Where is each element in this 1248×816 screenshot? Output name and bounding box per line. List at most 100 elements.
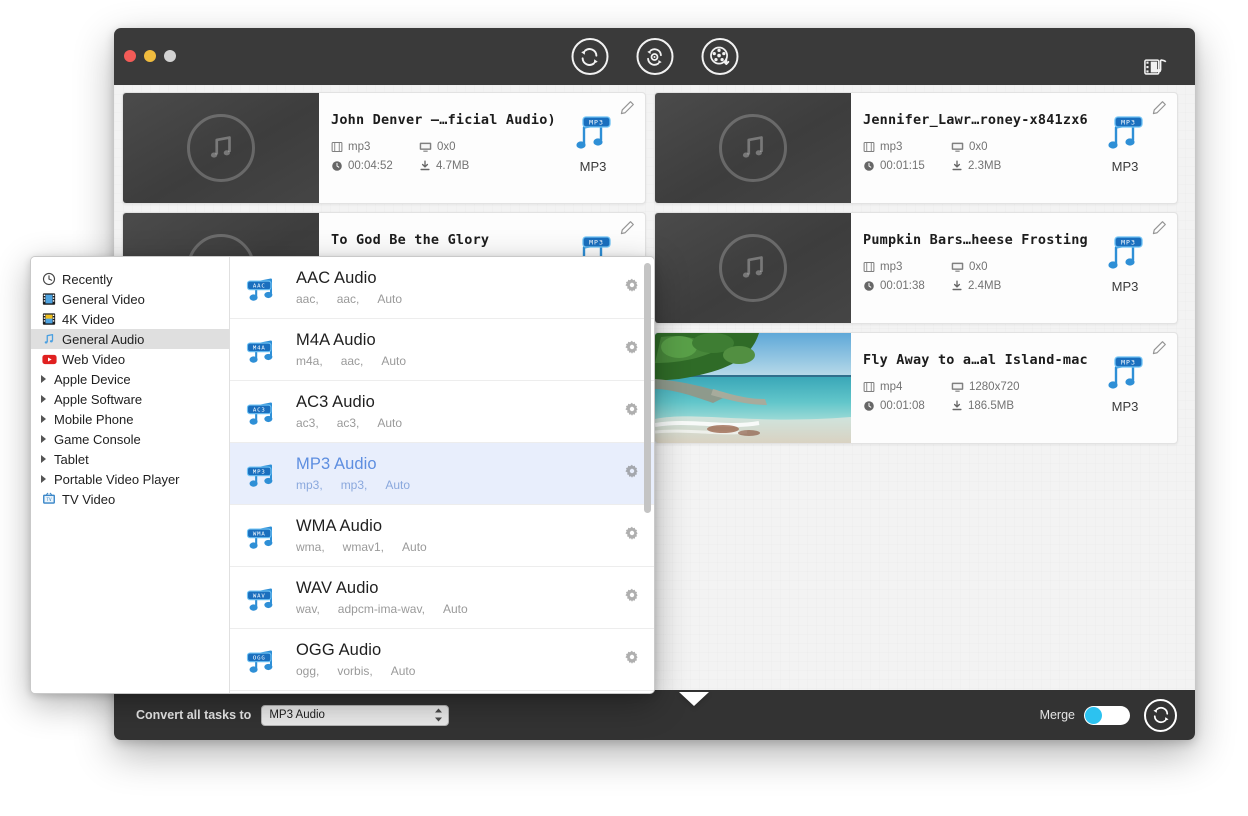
task-card[interactable]: Fly Away to a…al Island-mac mp4 1280x720 <box>654 332 1178 444</box>
edit-button[interactable] <box>620 100 635 120</box>
clock-icon <box>864 281 874 291</box>
merge-label: Merge <box>1039 708 1075 722</box>
format-row-aac[interactable]: AAC AAC Audio aac, aac, Auto <box>230 257 654 319</box>
tv-icon: TV <box>41 491 57 507</box>
aac-format-icon: AAC <box>242 270 286 306</box>
download-size-icon <box>952 160 962 171</box>
clock-icon <box>864 401 874 411</box>
edit-button[interactable] <box>1152 100 1167 120</box>
svg-text:MP3: MP3 <box>589 118 604 126</box>
category-item-general-video[interactable]: General Video <box>31 289 229 309</box>
category-label: Apple Device <box>54 371 131 387</box>
downloader-tab[interactable] <box>701 38 738 75</box>
edit-button[interactable] <box>1152 220 1167 240</box>
gear-icon[interactable] <box>624 277 640 298</box>
chevron-right-icon <box>41 475 46 483</box>
format-details: wma, wmav1, Auto <box>296 540 624 554</box>
format-name: AC3 Audio <box>296 393 375 411</box>
format-name: OGG Audio <box>296 641 382 659</box>
category-item-tv-video[interactable]: TV TV Video <box>31 489 229 509</box>
task-thumbnail <box>123 93 319 203</box>
format-codec: adpcm-ima-wav, <box>337 602 425 616</box>
category-label: Recently <box>62 271 113 287</box>
task-card[interactable]: Pumpkin Bars…heese Frosting mp3 0x0 00:0… <box>654 212 1178 324</box>
format-row-mp3[interactable]: MP3 MP3 Audio mp3, mp3, Auto <box>230 443 654 505</box>
task-card[interactable]: Jennifer_Lawr…roney-x841zx6 mp3 0x0 00:0… <box>654 92 1178 204</box>
ripper-tab[interactable] <box>636 38 673 75</box>
meta-duration: 00:01:08 <box>863 400 951 412</box>
pencil-icon <box>1152 221 1166 235</box>
category-item-general-audio[interactable]: General Audio <box>31 329 229 349</box>
format-row-wma[interactable]: WMA WMA Audio wma, wmav1, Auto <box>230 505 654 567</box>
mp3-format-icon: MP3 <box>242 456 286 492</box>
ac3-format-icon: AC3 <box>242 394 286 430</box>
task-info: John Denver –…ficial Audio) mp3 0x0 00:0… <box>319 93 645 203</box>
format-info: M4A Audio m4a, aac, Auto <box>296 331 624 368</box>
format-codec: wmav1, <box>342 540 385 554</box>
gear-icon[interactable] <box>624 649 640 670</box>
convert-icon <box>581 47 598 66</box>
minimize-button[interactable] <box>144 50 156 62</box>
format-codec: aac, <box>340 354 364 368</box>
category-item-tablet[interactable]: Tablet <box>31 449 229 469</box>
format-list-scrollbar[interactable] <box>644 263 651 513</box>
svg-text:AC3: AC3 <box>253 407 266 413</box>
toolbar-tabs <box>571 38 738 75</box>
output-format-badge[interactable]: MP3 MP3 <box>1093 235 1157 294</box>
category-item-web-video[interactable]: Web Video <box>31 349 229 369</box>
youtube-icon <box>41 351 57 367</box>
category-item-4k-video[interactable]: 4K Video <box>31 309 229 329</box>
meta-format: mp3 <box>331 141 419 153</box>
convert-format-select[interactable]: MP3 Audio <box>261 704 450 726</box>
format-row-m4a[interactable]: M4A M4A Audio m4a, aac, Auto <box>230 319 654 381</box>
format-info: MP3 Audio mp3, mp3, Auto <box>296 455 624 492</box>
screen-icon <box>951 382 964 392</box>
category-item-recently[interactable]: Recently <box>31 269 229 289</box>
format-quality: Auto <box>442 602 468 616</box>
format-list[interactable]: AAC AAC Audio aac, aac, Auto M4A M4A Aud… <box>230 257 654 693</box>
meta-duration: 00:01:38 <box>863 280 951 292</box>
convert-icon <box>1153 706 1168 724</box>
format-container: ogg, <box>296 664 320 678</box>
gear-icon[interactable] <box>624 463 640 484</box>
category-item-apple-device[interactable]: Apple Device <box>31 369 229 389</box>
media-toolbox-button[interactable] <box>1143 56 1169 85</box>
category-list[interactable]: Recently General Video 4K Video General … <box>31 257 230 693</box>
edit-button[interactable] <box>620 220 635 240</box>
svg-text:MP3: MP3 <box>1121 238 1136 246</box>
format-container: m4a, <box>296 354 323 368</box>
output-format-badge[interactable]: MP3 MP3 <box>1093 115 1157 174</box>
format-container: mp3, <box>296 478 323 492</box>
gear-icon[interactable] <box>624 525 640 546</box>
format-details: ogg, vorbis, Auto <box>296 664 624 678</box>
category-item-mobile-phone[interactable]: Mobile Phone <box>31 409 229 429</box>
format-row-ac3[interactable]: AC3 AC3 Audio ac3, ac3, Auto <box>230 381 654 443</box>
gear-icon[interactable] <box>624 587 640 608</box>
category-item-apple-software[interactable]: Apple Software <box>31 389 229 409</box>
merge-toggle-knob <box>1085 706 1102 724</box>
gear-icon[interactable] <box>624 339 640 360</box>
format-info: WAV Audio wav, adpcm-ima-wav, Auto <box>296 579 624 616</box>
merge-toggle[interactable] <box>1084 705 1130 725</box>
format-details: mp3, mp3, Auto <box>296 478 624 492</box>
svg-text:WAV: WAV <box>253 593 266 599</box>
convert-tab[interactable] <box>571 38 608 75</box>
task-thumbnail <box>655 333 851 443</box>
chevron-right-icon <box>41 395 46 403</box>
media-toolbox-icon <box>1144 59 1167 75</box>
zoom-button[interactable] <box>164 50 176 62</box>
start-convert-button[interactable] <box>1144 698 1177 732</box>
close-button[interactable] <box>124 50 136 62</box>
output-format-badge[interactable]: MP3 MP3 <box>561 115 625 174</box>
gear-icon[interactable] <box>624 401 640 422</box>
task-card[interactable]: John Denver –…ficial Audio) mp3 0x0 00:0… <box>122 92 646 204</box>
format-details: aac, aac, Auto <box>296 292 624 306</box>
format-row-wav[interactable]: WAV WAV Audio wav, adpcm-ima-wav, Auto <box>230 567 654 629</box>
svg-text:WMA: WMA <box>253 531 266 537</box>
category-item-game-console[interactable]: Game Console <box>31 429 229 449</box>
output-format-badge[interactable]: MP3 MP3 <box>1093 355 1157 414</box>
category-item-portable-video-player[interactable]: Portable Video Player <box>31 469 229 489</box>
screen-icon <box>419 142 432 152</box>
format-row-ogg[interactable]: OGG OGG Audio ogg, vorbis, Auto <box>230 629 654 691</box>
edit-button[interactable] <box>1152 340 1167 360</box>
